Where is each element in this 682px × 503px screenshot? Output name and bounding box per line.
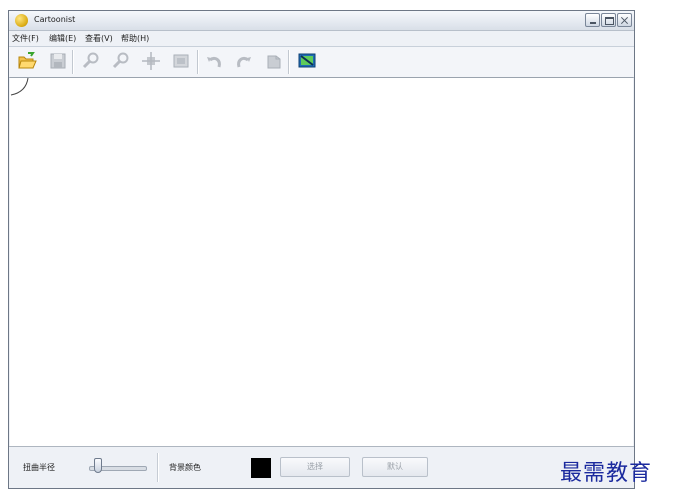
save-icon[interactable] — [48, 51, 68, 71]
history-icon[interactable] — [264, 51, 284, 71]
menu-view[interactable]: 查看(V) — [85, 33, 113, 44]
minimize-button[interactable] — [585, 13, 600, 27]
menu-file[interactable]: 文件(F) — [12, 33, 39, 44]
toolbar-separator — [197, 50, 198, 74]
bg-color-swatch[interactable] — [251, 458, 271, 478]
drawing-canvas[interactable] — [10, 77, 633, 446]
panel-separator — [157, 453, 158, 482]
redo-icon[interactable] — [234, 51, 254, 71]
zoom-out-icon[interactable] — [111, 51, 131, 71]
toolbar-separator — [72, 50, 73, 74]
move-icon[interactable] — [141, 51, 161, 71]
undo-icon[interactable] — [204, 51, 224, 71]
zoom-in-icon[interactable] — [81, 51, 101, 71]
canvas-corner-arc — [10, 78, 29, 96]
options-panel: 扭曲半径 背景颜色 选择 默认 — [9, 446, 634, 488]
window-title: Cartoonist — [34, 15, 76, 24]
app-logo-icon — [15, 14, 28, 27]
fit-icon[interactable] — [171, 51, 191, 71]
maximize-button[interactable] — [601, 13, 616, 27]
default-color-button[interactable]: 默认 — [362, 457, 428, 477]
menu-help[interactable]: 帮助(H) — [121, 33, 149, 44]
title-bar[interactable]: Cartoonist — [9, 11, 634, 31]
toolbar-separator — [288, 50, 289, 74]
warp-radius-label: 扭曲半径 — [23, 463, 55, 472]
open-icon[interactable] — [17, 51, 37, 71]
menu-edit[interactable]: 编辑(E) — [49, 33, 76, 44]
close-button[interactable] — [617, 13, 632, 27]
toolbar — [9, 46, 634, 78]
menu-bar: 文件(F) 编辑(E) 查看(V) 帮助(H) — [9, 31, 634, 45]
bg-color-label: 背景颜色 — [169, 463, 201, 472]
select-color-button[interactable]: 选择 — [280, 457, 350, 477]
export-image-icon[interactable] — [297, 51, 317, 71]
warp-radius-slider-thumb[interactable] — [94, 458, 102, 473]
app-window: Cartoonist 文件(F) 编辑(E) 查看(V) 帮助(H) 扭曲半径 … — [8, 10, 635, 489]
watermark-text: 最需教育 — [560, 461, 653, 486]
